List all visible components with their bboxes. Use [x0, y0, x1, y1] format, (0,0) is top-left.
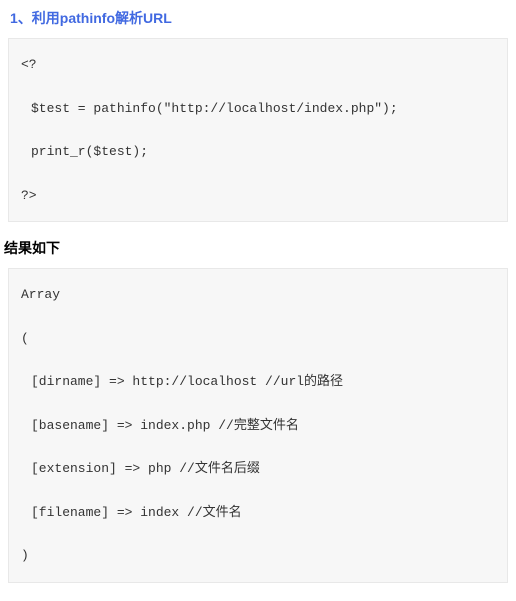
- code-line: [filename] => index //文件名: [21, 503, 495, 523]
- code-block-output: Array ( [dirname] => http://localhost //…: [8, 268, 508, 583]
- code-block-input: <? $test = pathinfo("http://localhost/in…: [8, 38, 508, 222]
- code-line: (: [21, 329, 495, 349]
- code-line: [basename] => index.php //完整文件名: [21, 416, 495, 436]
- code-line: <?: [21, 55, 495, 75]
- code-line: ?>: [21, 186, 495, 206]
- code-line: Array: [21, 285, 495, 305]
- code-line: $test = pathinfo("http://localhost/index…: [21, 99, 495, 119]
- code-line: [dirname] => http://localhost //url的路径: [21, 372, 495, 392]
- section-heading: 1、利用pathinfo解析URL: [0, 0, 516, 38]
- code-line: [extension] => php //文件名后缀: [21, 459, 495, 479]
- code-line: ): [21, 546, 495, 566]
- result-heading: 结果如下: [0, 234, 516, 268]
- code-line: print_r($test);: [21, 142, 495, 162]
